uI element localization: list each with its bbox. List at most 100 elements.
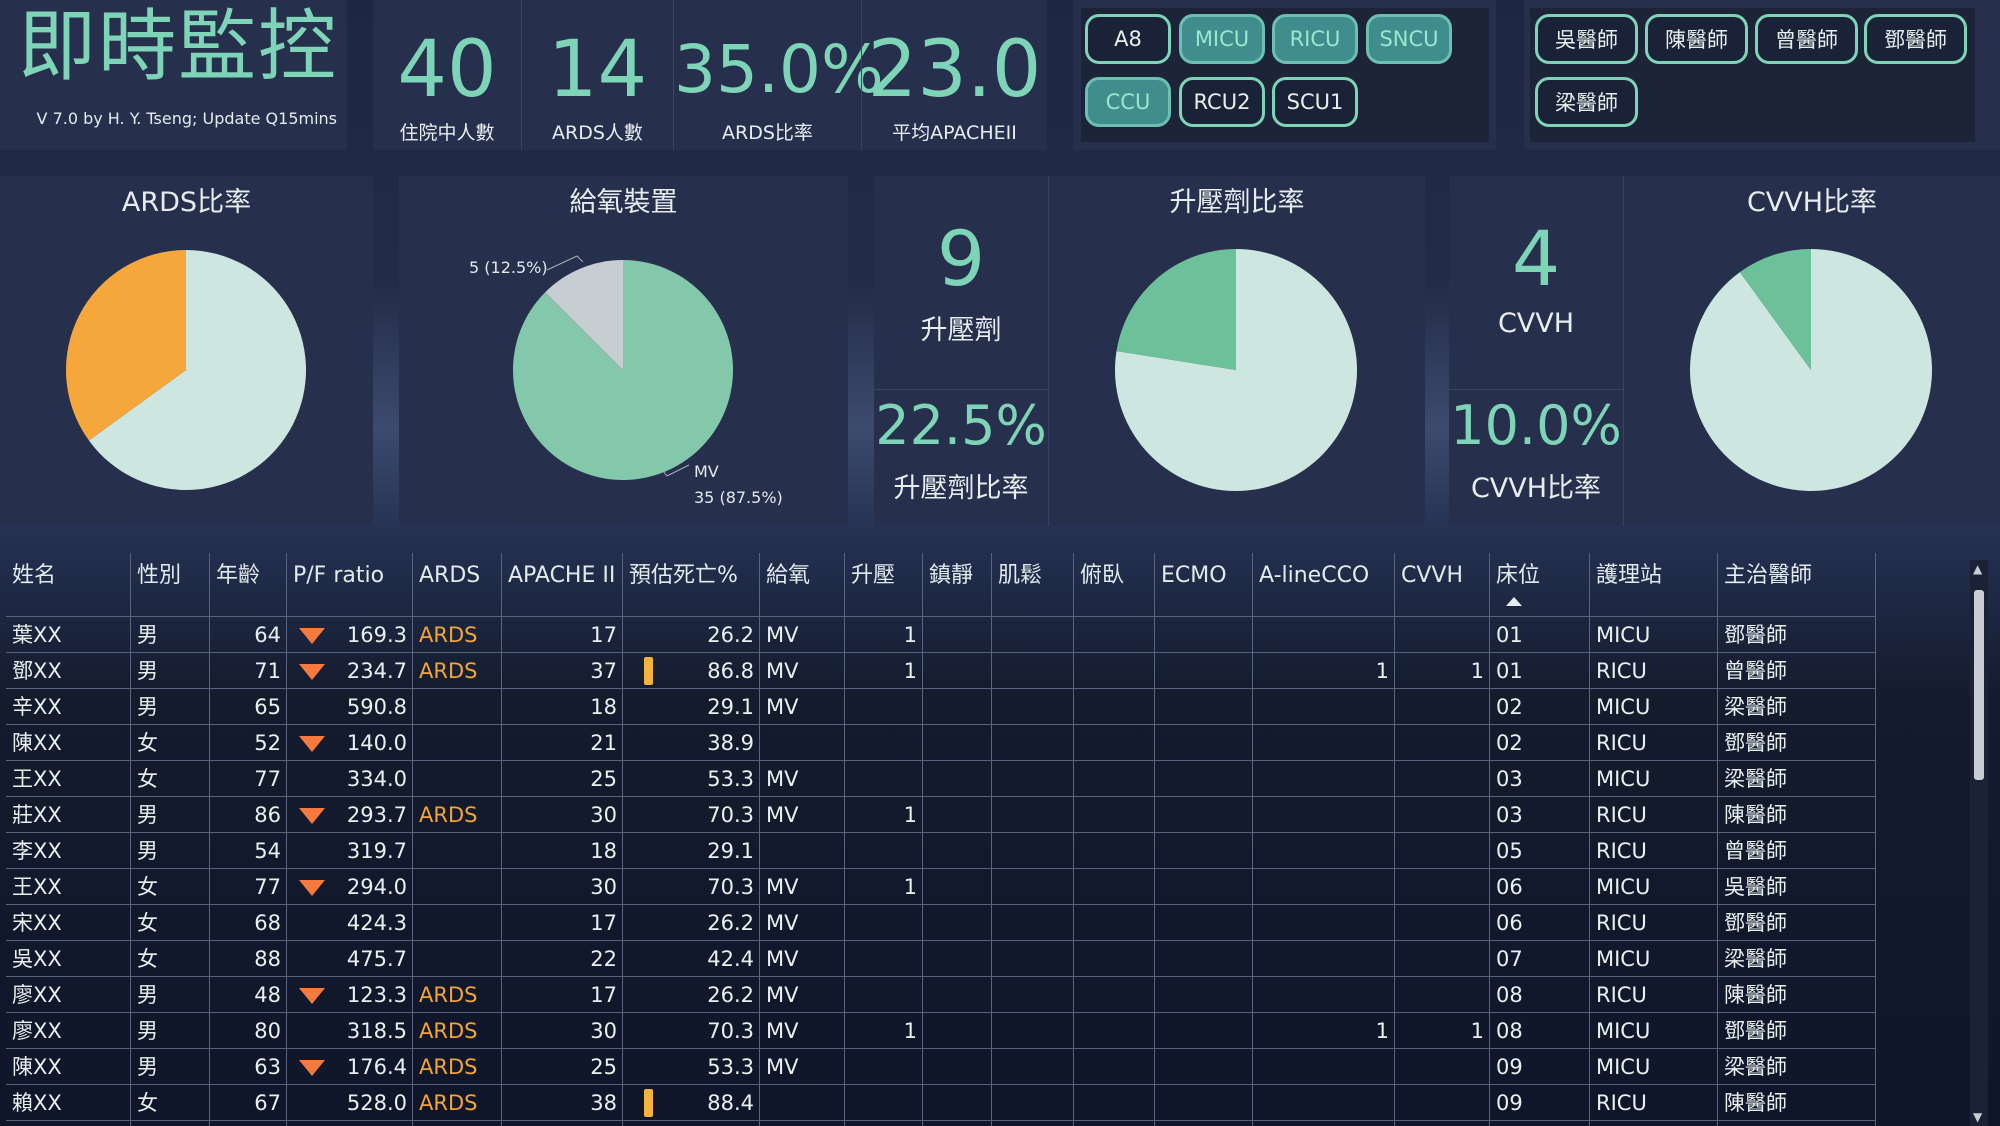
cell-mortality: 29.1 <box>623 689 760 725</box>
cell-bed: 03 <box>1490 797 1590 833</box>
sort-ascending-icon[interactable] <box>1506 597 1522 606</box>
cell-mortality: 53.3 <box>623 761 760 797</box>
cell-sex: 男 <box>131 833 210 869</box>
scroll-up-icon[interactable]: ▲ <box>1973 562 1982 576</box>
column-header-apache-ii[interactable]: APACHE II <box>502 553 623 617</box>
cell-pf-ratio: 293.7 <box>287 797 413 833</box>
column-header-ecmo[interactable]: ECMO <box>1155 553 1253 617</box>
cell-sedation <box>923 689 992 725</box>
unit-chip-scu1[interactable]: SCU1 <box>1272 77 1358 127</box>
cell-age: 71 <box>210 653 287 689</box>
table-scrollbar[interactable]: ▲ ▼ <box>1970 560 1988 1126</box>
cell-cvvh <box>1395 797 1490 833</box>
cell-value: RICU <box>1596 983 1647 1007</box>
column-divider <box>412 553 413 1126</box>
cell-aline-cco <box>1253 617 1395 653</box>
cell-aline-cco <box>1253 1049 1395 1085</box>
cell-value: MV <box>766 803 799 827</box>
cell-name: 吳XX <box>6 941 131 977</box>
cell-value: 70.3 <box>707 1019 754 1043</box>
kpi-value: 40 <box>397 25 497 115</box>
column-header-oxygen[interactable]: 給氧 <box>760 553 845 617</box>
doctor-chip-tseng[interactable]: 曾醫師 <box>1755 14 1858 64</box>
cell-ecmo <box>1155 797 1253 833</box>
unit-chip-rcu2[interactable]: RCU2 <box>1179 77 1265 127</box>
column-header-name[interactable]: 姓名 <box>6 553 131 617</box>
unit-chip-ricu[interactable]: RICU <box>1272 14 1358 64</box>
column-header-cvvh[interactable]: CVVH <box>1395 553 1490 617</box>
scrollbar-thumb[interactable] <box>1974 590 1984 780</box>
cell-mortality: 42.4 <box>623 941 760 977</box>
cell-nursing-station: RICU <box>1590 977 1718 1013</box>
row-divider <box>6 868 1876 869</box>
column-header-aline-cco[interactable]: A-lineCCO <box>1253 553 1395 617</box>
cell-pf-ratio: 140.0 <box>287 725 413 761</box>
kpi-value: 23.0 <box>867 25 1042 115</box>
doctor-chip-deng[interactable]: 鄧醫師 <box>1864 14 1967 64</box>
cvvh-pie-chart <box>1690 249 1932 492</box>
cell-name: 陳XX <box>6 725 131 761</box>
column-header-ards[interactable]: ARDS <box>413 553 502 617</box>
cell-oxygen: MV <box>760 689 845 725</box>
cell-vasopressor: 1 <box>845 653 923 689</box>
column-header-age[interactable]: 年齡 <box>210 553 287 617</box>
cell-value: 男 <box>137 1019 158 1043</box>
cell-value: 曾醫師 <box>1724 659 1787 683</box>
cell-value: 男 <box>137 695 158 719</box>
cell-value: 03 <box>1496 767 1523 791</box>
page-title: 即時監控 <box>18 2 339 92</box>
unit-chip-micu[interactable]: MICU <box>1179 14 1265 64</box>
cell-prone <box>1074 1013 1155 1049</box>
cell-value: 53.3 <box>707 1055 754 1079</box>
cell-sex: 男 <box>131 653 210 689</box>
column-header-attending-doctor[interactable]: 主治醫師 <box>1718 553 1876 617</box>
cell-apache-ii: 38 <box>502 1085 623 1121</box>
cell-nursing-station: RICU <box>1590 797 1718 833</box>
column-header-pf-ratio[interactable]: P/F ratio <box>287 553 413 617</box>
cell-name: 辛XX <box>6 689 131 725</box>
cell-value: 294.0 <box>346 875 407 899</box>
unit-chip-ccu[interactable]: CCU <box>1085 77 1171 127</box>
cell-value: 88.4 <box>707 1091 754 1115</box>
cell-value: 1 <box>903 803 917 827</box>
cell-cvvh: 1 <box>1395 1013 1490 1049</box>
scroll-down-icon[interactable]: ▼ <box>1973 1110 1982 1124</box>
column-header-nursing-station[interactable]: 護理站 <box>1590 553 1718 617</box>
unit-filter-panel: A8 MICU RICU SNCU CCU RCU2 SCU1 <box>1073 0 1496 150</box>
column-header-paralytic[interactable]: 肌鬆 <box>992 553 1074 617</box>
doctor-chip-chen[interactable]: 陳醫師 <box>1645 14 1748 64</box>
cell-value: 鄧醫師 <box>1724 731 1787 755</box>
cell-paralytic <box>992 1013 1074 1049</box>
column-header-sex[interactable]: 性別 <box>131 553 210 617</box>
cell-oxygen <box>760 833 845 869</box>
doctor-chip-wu[interactable]: 吳醫師 <box>1535 14 1638 64</box>
cell-nursing-station: RICU <box>1590 725 1718 761</box>
cell-prone <box>1074 869 1155 905</box>
cell-value: 辛XX <box>12 695 62 719</box>
cell-sex: 女 <box>131 1085 210 1121</box>
column-header-sedation[interactable]: 鎮靜 <box>923 553 992 617</box>
unit-chip-sncu[interactable]: SNCU <box>1366 14 1452 64</box>
low-pf-warning-icon <box>299 1060 325 1076</box>
cell-attending-doctor: 陳醫師 <box>1718 977 1876 1013</box>
cell-cvvh <box>1395 761 1490 797</box>
cell-apache-ii: 25 <box>502 761 623 797</box>
cell-mortality: 70.3 <box>623 1013 760 1049</box>
cell-vasopressor <box>845 761 923 797</box>
column-header-mortality[interactable]: 預估死亡% <box>623 553 760 617</box>
cell-value: 宋XX <box>12 911 62 935</box>
cell-value: 1 <box>903 623 917 647</box>
cell-value: 07 <box>1496 947 1523 971</box>
cell-ecmo <box>1155 617 1253 653</box>
unit-chip-a8[interactable]: A8 <box>1085 14 1171 64</box>
doctor-chip-liang[interactable]: 梁醫師 <box>1535 77 1638 127</box>
column-header-vasopressor[interactable]: 升壓 <box>845 553 923 617</box>
column-divider <box>130 553 131 1126</box>
cell-mortality: 86.8 <box>623 653 760 689</box>
column-header-prone[interactable]: 俯臥 <box>1074 553 1155 617</box>
cell-cvvh <box>1395 941 1490 977</box>
column-header-bed[interactable]: 床位 <box>1490 553 1590 617</box>
column-divider <box>286 553 287 1126</box>
cell-value: 18 <box>590 839 617 863</box>
cell-value: MV <box>766 983 799 1007</box>
